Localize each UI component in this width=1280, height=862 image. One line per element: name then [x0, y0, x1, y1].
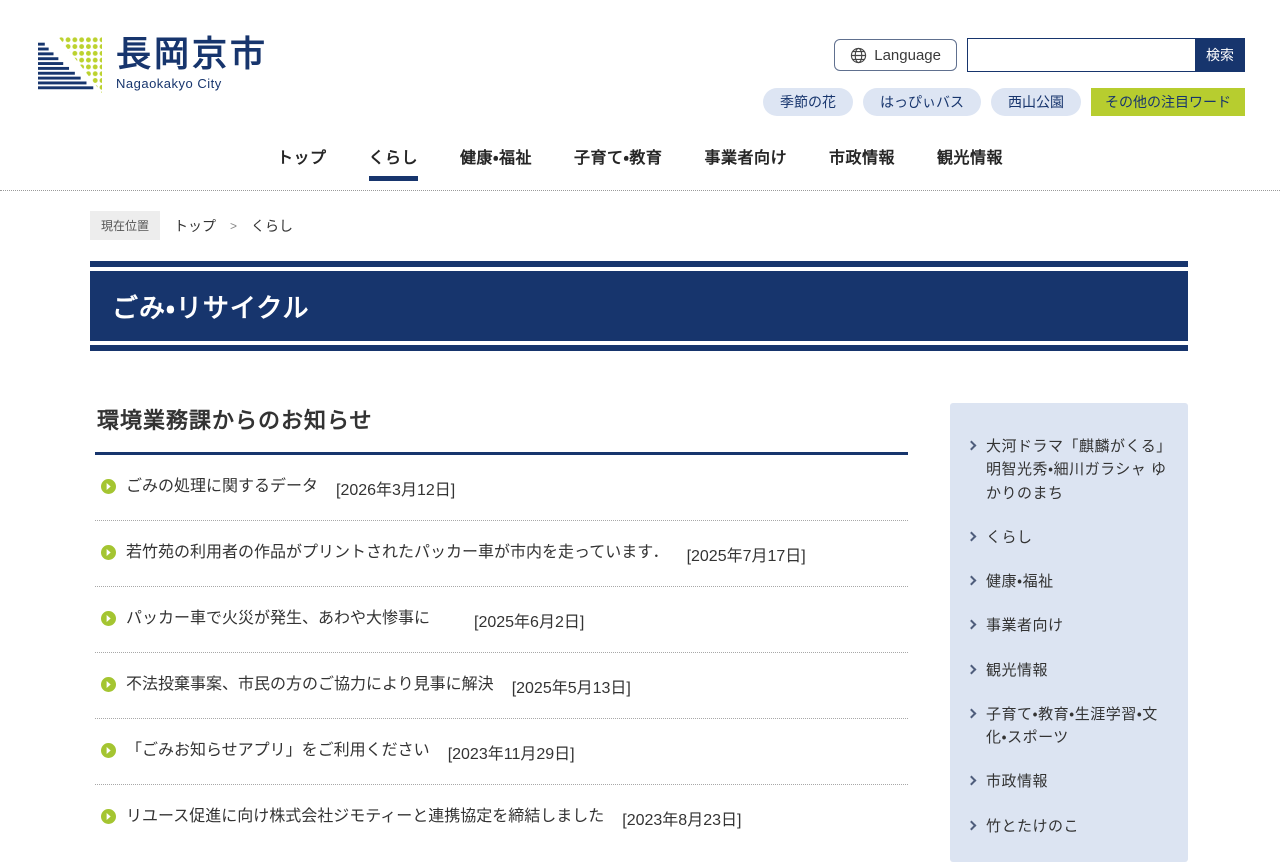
- news-link: 若竹苑の利用者の作品がプリントされたパッカー車が市内を走っています．: [126, 544, 669, 561]
- sidebar-item-bamboo[interactable]: 竹とたけのこ: [966, 815, 1170, 838]
- sidebar-item-kurashi[interactable]: くらし: [966, 526, 1170, 549]
- chevron-right-icon: [966, 531, 977, 542]
- site-logo[interactable]: 長岡京市 Nagaokakyo City: [38, 35, 269, 94]
- news-item[interactable]: 若竹苑の利用者の作品がプリントされたパッカー車が市内を走っています． [2025…: [95, 521, 908, 587]
- tag-other-keywords[interactable]: その他の注目ワード: [1091, 88, 1245, 116]
- global-nav: トップ くらし 健康・福祉 子育て・教育 事業者向け 市政情報 観光情報: [0, 128, 1280, 191]
- page-title: ごみ・リサイクル: [112, 292, 310, 323]
- sidebar-item-label: 市政情報: [986, 773, 1049, 791]
- news-item[interactable]: リユース促進に向け株式会社ジモティーと連携協定を締結しました [2023年8月2…: [95, 785, 908, 850]
- news-date: [2026年3月12日]: [336, 482, 456, 499]
- globe-icon: [850, 47, 867, 64]
- search-input[interactable]: [967, 38, 1195, 72]
- breadcrumb-separator: >: [230, 218, 238, 233]
- news-item[interactable]: ごみの処理に関するデータ [2026年3月12日]: [95, 455, 908, 521]
- tag-nishiyama-park[interactable]: 西山公園: [991, 88, 1081, 116]
- news-list: ごみの処理に関するデータ [2026年3月12日] 若竹苑の利用者の作品がプリン…: [95, 455, 908, 850]
- news-item[interactable]: 「ごみお知らせアプリ」をご利用ください [2023年11月29日]: [95, 719, 908, 785]
- news-link: パッカー車で火災が発生、あわや大惨事に: [126, 610, 431, 627]
- section-title: 環境業務課からのお知らせ: [97, 408, 373, 433]
- sidebar-item-business[interactable]: 事業者向け: [966, 614, 1170, 637]
- sidebar-item-label: くらし: [986, 528, 1033, 546]
- arrow-circle-icon: [101, 479, 116, 494]
- arrow-circle-icon: [101, 743, 116, 758]
- breadcrumb: 現在位置 トップ > くらし: [90, 211, 1280, 240]
- sidebar-item-label: 大河ドラマ「麒麟がくる」明智光秀・細川ガラシャ ゆかりのまち: [986, 438, 1167, 502]
- arrow-circle-icon: [101, 809, 116, 824]
- banner-bottom-rule: [90, 345, 1188, 351]
- news-date: [2025年7月17日]: [686, 548, 806, 565]
- nav-item-business[interactable]: 事業者向け: [704, 144, 787, 190]
- chevron-right-icon: [966, 619, 977, 630]
- nav-item-childcare-education[interactable]: 子育て・教育: [574, 144, 662, 190]
- news-link: ごみの処理に関するデータ: [126, 478, 319, 495]
- nav-item-tourism[interactable]: 観光情報: [937, 144, 1003, 190]
- sidebar-item-health-welfare[interactable]: 健康・福祉: [966, 570, 1170, 593]
- language-button-label: Language: [874, 46, 941, 64]
- sidebar-item-childcare-education[interactable]: 子育て・教育・生涯学習・文化・スポーツ: [966, 703, 1170, 750]
- chevron-right-icon: [966, 708, 977, 719]
- news-date: [2023年11月29日]: [447, 746, 575, 763]
- sidebar-item-tourism[interactable]: 観光情報: [966, 659, 1170, 682]
- news-link: リユース促進に向け株式会社ジモティーと連携協定を締結しました: [126, 808, 605, 825]
- breadcrumb-item-top[interactable]: トップ: [174, 216, 216, 236]
- city-logo-mark-icon: [38, 36, 102, 94]
- news-date: [2025年5月13日]: [511, 680, 631, 697]
- page-title-banner: ごみ・リサイクル: [90, 261, 1188, 351]
- chevron-right-icon: [966, 775, 977, 786]
- arrow-circle-icon: [101, 545, 116, 560]
- news-date: [2025年6月2日]: [474, 614, 585, 631]
- sidebar-item-label: 観光情報: [986, 661, 1049, 679]
- site-title-en: Nagaokakyo City: [116, 75, 222, 91]
- sidebar-item-label: 竹とたけのこ: [986, 817, 1080, 835]
- tag-seasonal-flowers[interactable]: 季節の花: [763, 88, 853, 116]
- nav-item-kurashi[interactable]: くらし: [368, 144, 419, 190]
- news-section: 環境業務課からのお知らせ ごみの処理に関するデータ [2026年3月12日] 若…: [95, 403, 908, 850]
- breadcrumb-label: 現在位置: [90, 211, 161, 240]
- nav-item-top[interactable]: トップ: [277, 144, 327, 190]
- news-link: 不法投棄事案、市民の方のご協力により見事に解決: [126, 676, 494, 693]
- news-item[interactable]: 不法投棄事案、市民の方のご協力により見事に解決 [2025年5月13日]: [95, 653, 908, 719]
- arrow-circle-icon: [101, 611, 116, 626]
- breadcrumb-item-kurashi[interactable]: くらし: [251, 216, 293, 236]
- tag-happy-bus[interactable]: はっぴぃバス: [863, 88, 981, 116]
- sidebar-item-label: 子育て・教育・生涯学習・文化・スポーツ: [986, 705, 1158, 746]
- news-item[interactable]: パッカー車で火災が発生、あわや大惨事に [2025年6月2日]: [95, 587, 908, 653]
- sidebar-item-taiga-drama[interactable]: 大河ドラマ「麒麟がくる」明智光秀・細川ガラシャ ゆかりのまち: [966, 435, 1170, 505]
- chevron-right-icon: [966, 575, 977, 586]
- arrow-circle-icon: [101, 677, 116, 692]
- sidebar-item-city-info[interactable]: 市政情報: [966, 770, 1170, 793]
- chevron-right-icon: [966, 440, 977, 451]
- news-link: 「ごみお知らせアプリ」をご利用ください: [126, 742, 430, 759]
- chevron-right-icon: [966, 820, 977, 830]
- site-title: 長岡京市: [116, 35, 269, 74]
- sidebar-related-links: 大河ドラマ「麒麟がくる」明智光秀・細川ガラシャ ゆかりのまち くらし 健康・福祉…: [950, 403, 1188, 862]
- sidebar-item-label: 健康・福祉: [986, 573, 1054, 590]
- banner-top-rule: [90, 261, 1188, 267]
- site-header: 長岡京市 Nagaokakyo City Language 検索 季節の花 はっ…: [0, 0, 1280, 128]
- language-button[interactable]: Language: [834, 39, 957, 71]
- chevron-right-icon: [966, 664, 977, 674]
- sidebar-item-label: 事業者向け: [986, 617, 1064, 635]
- news-date: [2023年8月23日]: [622, 812, 742, 829]
- search-button[interactable]: 検索: [1195, 38, 1245, 72]
- nav-item-health-welfare[interactable]: 健康・福祉: [460, 144, 532, 190]
- nav-item-city-info[interactable]: 市政情報: [829, 144, 895, 190]
